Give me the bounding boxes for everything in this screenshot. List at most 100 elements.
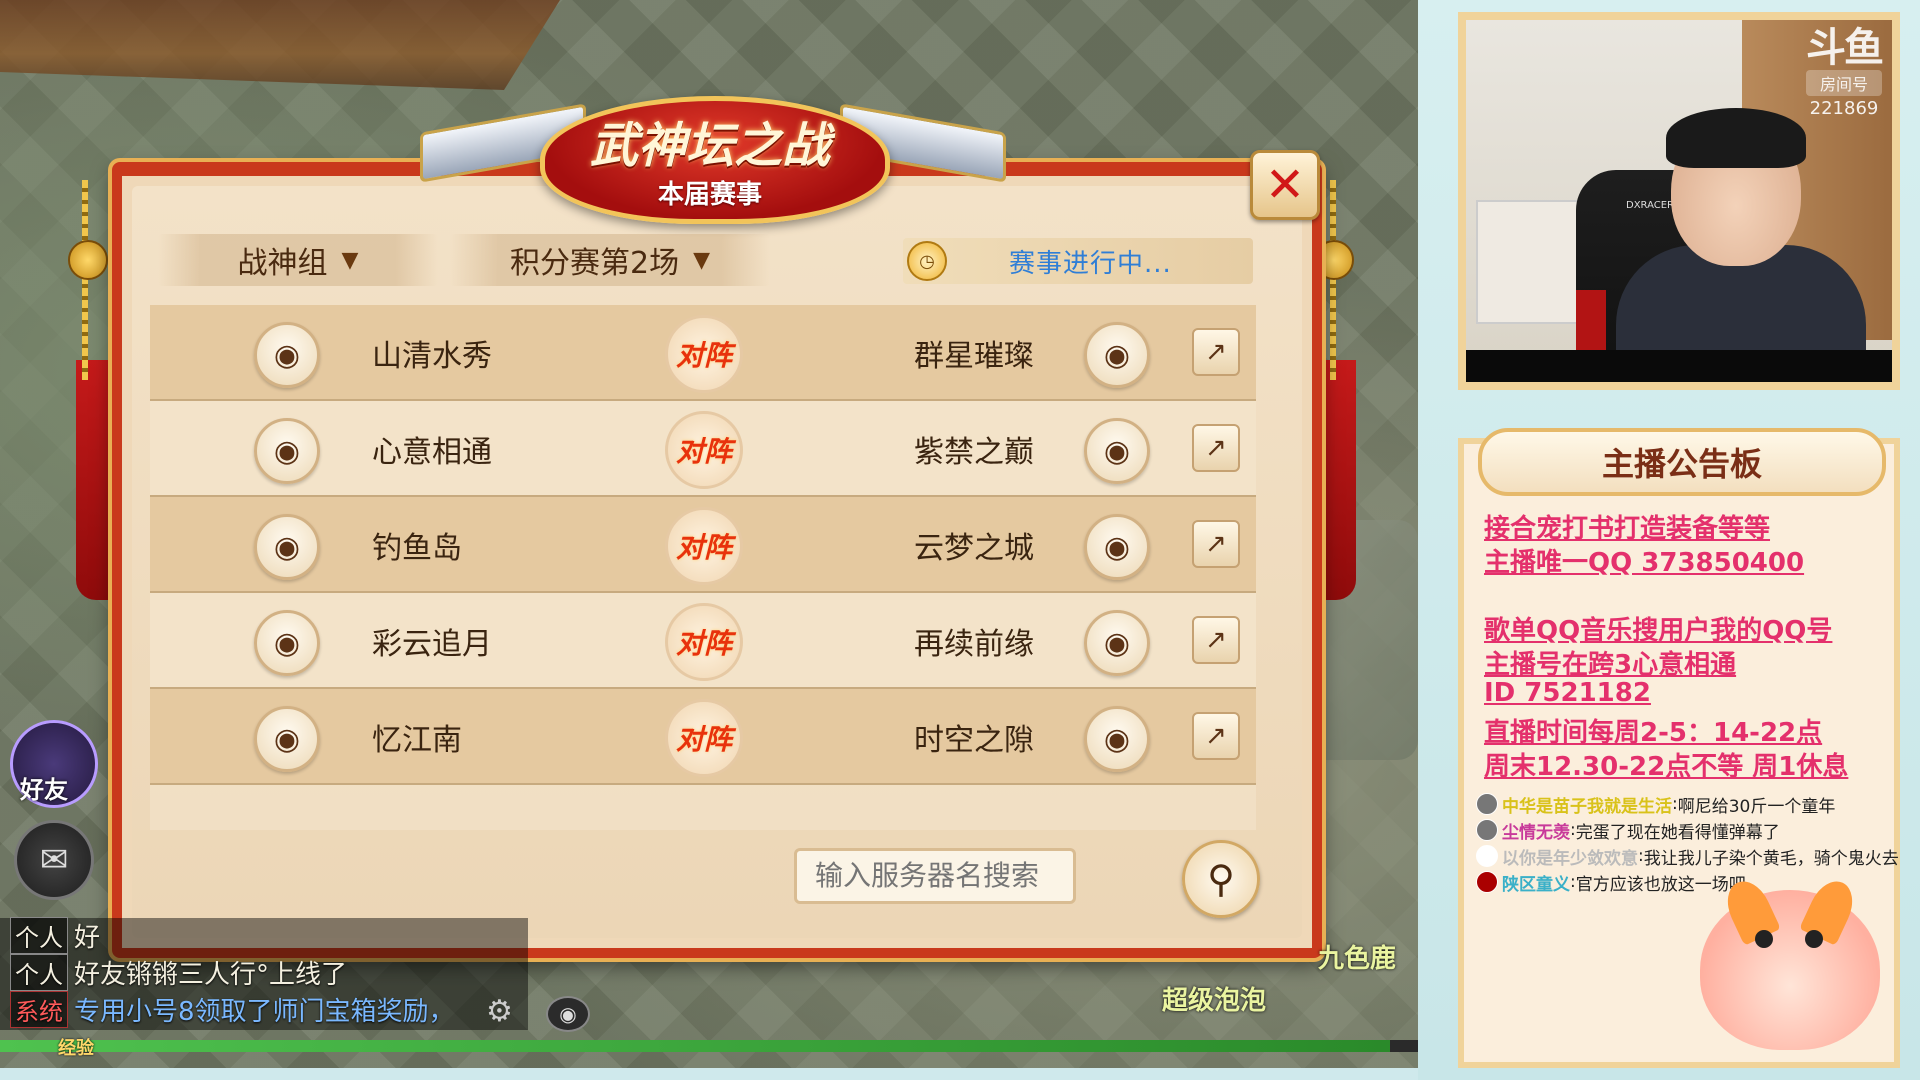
round-dropdown-label: 积分赛第2场	[509, 246, 680, 281]
search-button[interactable]: ⚲	[1182, 840, 1260, 918]
left-team-name: 山清水秀	[372, 339, 492, 374]
chat-text: 专用小号8领取了师门宝箱奖励，	[74, 996, 455, 1027]
right-team-name: 紫禁之巅	[914, 435, 1034, 470]
watch-right-button[interactable]: ◉	[1084, 706, 1150, 772]
chat-line: 个人 好	[10, 916, 100, 954]
danmaku-user: 以你是年少敛欢意	[1502, 848, 1638, 869]
match-row: ◉ 山清水秀 对阵 群星璀璨 ◉ ↗	[150, 305, 1256, 401]
share-button[interactable]: ↗	[1192, 712, 1240, 760]
avatar	[1476, 845, 1498, 867]
share-icon: ↗	[1205, 625, 1227, 655]
chat-tag: 个人	[10, 953, 68, 991]
left-team-name: 忆江南	[372, 723, 462, 758]
left-knot-icon	[68, 240, 108, 280]
danmaku-text: 我让我儿子染个黄毛，骑个鬼火去	[1643, 848, 1899, 869]
avatar	[1476, 793, 1498, 815]
share-button[interactable]: ↗	[1192, 616, 1240, 664]
share-icon: ↗	[1205, 721, 1227, 751]
notice-line: 主播号在跨3心意相通	[1484, 650, 1737, 680]
vs-badge: 对阵	[665, 603, 743, 681]
eye-icon: ◉	[273, 721, 301, 757]
right-team-name: 云梦之城	[914, 531, 1034, 566]
watch-left-button[interactable]: ◉	[254, 514, 320, 580]
right-team-name: 群星璀璨	[914, 339, 1034, 374]
chat-text: 好友锵锵三人行°上线了	[74, 959, 348, 990]
danmaku-line: 陕区童义 : 官方应该也放这一场吧	[1476, 870, 1746, 895]
eye-icon: ◉	[273, 625, 301, 661]
chat-bubble-icon: ✉	[39, 840, 69, 880]
group-dropdown-label: 战神组	[237, 246, 328, 281]
search-icon: ⚲	[1207, 857, 1235, 901]
eye-icon: ◉	[1103, 625, 1131, 661]
watch-left-button[interactable]: ◉	[254, 418, 320, 484]
watch-right-button[interactable]: ◉	[1084, 322, 1150, 388]
gear-icon[interactable]: ⚙	[486, 994, 513, 1029]
watch-right-button[interactable]: ◉	[1084, 418, 1150, 484]
mascot-dragon-icon	[1700, 874, 1880, 1050]
npc-name: 九色鹿	[1318, 944, 1397, 974]
eye-icon: ◉	[1103, 337, 1131, 373]
notice-line: 接合宠打书打造装备等等	[1484, 514, 1771, 544]
danmaku-user: 尘情无羡	[1502, 822, 1570, 843]
danmaku-text: 完蛋了现在她看得懂弹幕了	[1575, 822, 1780, 843]
round-dropdown[interactable]: 积分赛第2场 ▼	[450, 234, 770, 286]
dialog-title: 武神坛之战	[589, 118, 830, 174]
eye-icon: ◉	[273, 433, 301, 469]
danmaku-user: 陕区童义	[1502, 874, 1570, 895]
camera-icon[interactable]: ◉	[546, 996, 590, 1032]
notice-line: 周末12.30-22点不等 周1休息	[1484, 752, 1849, 782]
notice-line: 直播时间每周2-5：14-22点	[1484, 718, 1823, 748]
bottom-strip	[0, 1068, 1418, 1080]
share-button[interactable]: ↗	[1192, 328, 1240, 376]
chevron-down-icon: ▼	[693, 247, 710, 273]
match-row-partial	[150, 785, 1256, 830]
close-icon: ✕	[1264, 157, 1306, 213]
right-team-name: 时空之隙	[914, 723, 1034, 758]
match-status-bar: ◷ 赛事进行中...	[903, 238, 1253, 284]
watch-left-button[interactable]: ◉	[254, 322, 320, 388]
match-status-text: 赛事进行中...	[1009, 248, 1172, 279]
chevron-down-icon: ▼	[341, 247, 359, 273]
eye-icon: ◉	[1103, 433, 1131, 469]
group-dropdown[interactable]: 战神组 ▼	[158, 234, 438, 286]
danmaku-user: 中华是苗子我就是生活	[1502, 796, 1672, 817]
chat-button[interactable]: ✉	[14, 820, 94, 900]
left-team-name: 心意相通	[372, 435, 492, 470]
friend-label: 好友	[20, 776, 68, 804]
right-chain	[1330, 180, 1336, 380]
eye-icon: ◉	[1103, 529, 1131, 565]
danmaku-line: 尘情无羡 : 完蛋了现在她看得懂弹幕了	[1476, 818, 1780, 843]
server-search-input[interactable]	[794, 848, 1076, 904]
clock-icon: ◷	[907, 241, 947, 281]
share-icon: ↗	[1205, 529, 1227, 559]
match-list[interactable]: ◉ 山清水秀 对阵 群星璀璨 ◉ ↗ ◉ 心意相通 对阵 紫禁之巅 ◉ ↗ ◉ …	[150, 305, 1256, 830]
left-team-name: 钓鱼岛	[372, 531, 462, 566]
dialog-subtitle: 本届赛事	[657, 180, 762, 210]
chair-brand: DXRACER	[1626, 200, 1675, 211]
watch-left-button[interactable]: ◉	[254, 706, 320, 772]
vs-badge: 对阵	[665, 411, 743, 489]
share-button[interactable]: ↗	[1192, 424, 1240, 472]
exp-bar-fill	[0, 1040, 1390, 1052]
watch-right-button[interactable]: ◉	[1084, 610, 1150, 676]
match-row: ◉ 彩云追月 对阵 再续前缘 ◉ ↗	[150, 593, 1256, 689]
room-label: 房间号	[1806, 70, 1882, 96]
vs-badge: 对阵	[665, 507, 743, 585]
watch-right-button[interactable]: ◉	[1084, 514, 1150, 580]
notice-line: ID 7521182	[1484, 678, 1651, 708]
exp-label: 经验	[58, 1038, 94, 1059]
avatar	[1476, 871, 1498, 893]
watch-left-button[interactable]: ◉	[254, 610, 320, 676]
vs-badge: 对阵	[665, 699, 743, 777]
room-number: 221869	[1809, 98, 1879, 119]
chat-tag: 个人	[10, 916, 68, 954]
chat-line: 系统 专用小号8领取了师门宝箱奖励，	[10, 990, 455, 1028]
vs-badge: 对阵	[665, 315, 743, 393]
share-button[interactable]: ↗	[1192, 520, 1240, 568]
right-team-name: 再续前缘	[914, 627, 1034, 662]
close-button[interactable]: ✕	[1250, 150, 1320, 220]
exp-bar	[0, 1040, 1418, 1052]
douyu-logo: 斗鱼 房间号 221869	[1806, 28, 1884, 119]
chat-line: 个人 好友锵锵三人行°上线了	[10, 953, 348, 991]
chat-tag: 系统	[10, 990, 68, 1028]
